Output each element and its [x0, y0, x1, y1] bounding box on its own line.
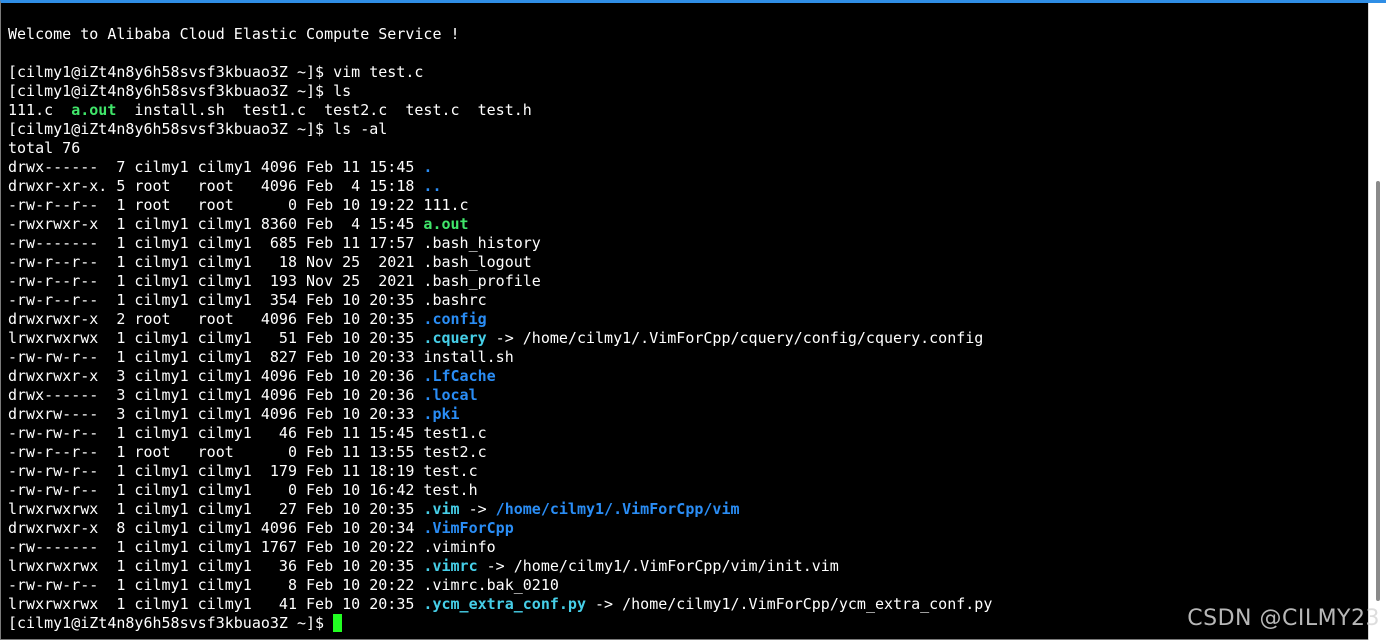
terminal-line: -rw-r--r-- 1 root root 0 Feb 11 13:55 te… [8, 443, 1368, 462]
terminal-text: -rw-rw-r-- 1 cilmy1 cilmy1 827 Feb 10 20… [8, 348, 514, 366]
terminal-text: -> /home/cilmy1/.VimForCpp/ycm_extra_con… [585, 595, 993, 613]
terminal-text: -rw-r--r-- 1 root root 0 Feb 11 13:55 te… [8, 443, 487, 461]
terminal-text: Welcome to Alibaba Cloud Elastic Compute… [8, 25, 460, 43]
file-name-cyan: .ycm_extra_conf.py [423, 595, 586, 613]
terminal-line: drwxrwxr-x 3 cilmy1 cilmy1 4096 Feb 10 2… [8, 367, 1368, 386]
terminal-line: lrwxrwxrwx 1 cilmy1 cilmy1 36 Feb 10 20:… [8, 557, 1368, 576]
terminal-text: -rw-rw-r-- 1 cilmy1 cilmy1 179 Feb 11 18… [8, 462, 478, 480]
file-name-blue: .. [423, 177, 442, 195]
terminal-text: -rw------- 1 cilmy1 cilmy1 1767 Feb 10 2… [8, 538, 496, 556]
terminal-line: -rw-rw-r-- 1 cilmy1 cilmy1 8 Feb 10 20:2… [8, 576, 1368, 595]
terminal-text: drwxrw---- 3 cilmy1 cilmy1 4096 Feb 10 2… [8, 405, 424, 423]
terminal-line: [cilmy1@iZt4n8y6h58svsf3kbuao3Z ~]$ vim … [8, 63, 1368, 82]
terminal-line: drwxrw---- 3 cilmy1 cilmy1 4096 Feb 10 2… [8, 405, 1368, 424]
terminal-text: [cilmy1@iZt4n8y6h58svsf3kbuao3Z ~]$ ls [8, 82, 352, 100]
file-name-cyan: .cquery [423, 329, 487, 347]
file-name-green: a.out [423, 215, 469, 233]
terminal-text: -rwxrwxr-x 1 cilmy1 cilmy1 8360 Feb 4 15… [8, 215, 424, 233]
terminal-line: -rw-r--r-- 1 cilmy1 cilmy1 354 Feb 10 20… [8, 291, 1368, 310]
terminal-text: lrwxrwxrwx 1 cilmy1 cilmy1 27 Feb 10 20:… [8, 500, 424, 518]
file-name-green: a.out [71, 101, 117, 119]
terminal-line: drwxr-xr-x. 5 root root 4096 Feb 4 15:18… [8, 177, 1368, 196]
terminal-line: drwx------ 3 cilmy1 cilmy1 4096 Feb 10 2… [8, 386, 1368, 405]
terminal-line: -rw-rw-r-- 1 cilmy1 cilmy1 179 Feb 11 18… [8, 462, 1368, 481]
terminal-text: -rw-r--r-- 1 cilmy1 cilmy1 354 Feb 10 20… [8, 291, 487, 309]
terminal-line: [cilmy1@iZt4n8y6h58svsf3kbuao3Z ~]$ ls -… [8, 120, 1368, 139]
terminal-text: -rw-r--r-- 1 cilmy1 cilmy1 193 Nov 25 20… [8, 272, 541, 290]
terminal-line: -rw-r--r-- 1 cilmy1 cilmy1 18 Nov 25 202… [8, 253, 1368, 272]
terminal-line: [cilmy1@iZt4n8y6h58svsf3kbuao3Z ~]$ ls [8, 82, 1368, 101]
terminal-line: total 76 [8, 139, 1368, 158]
file-name-blue: . [423, 158, 433, 176]
terminal-text: total 76 [8, 139, 81, 157]
terminal-line: drwxrwxr-x 8 cilmy1 cilmy1 4096 Feb 10 2… [8, 519, 1368, 538]
terminal-text: -rw------- 1 cilmy1 cilmy1 685 Feb 11 17… [8, 234, 541, 252]
file-name-blue: .LfCache [423, 367, 496, 385]
terminal-line: -rw-r--r-- 1 root root 0 Feb 10 19:22 11… [8, 196, 1368, 215]
terminal-line: drwx------ 7 cilmy1 cilmy1 4096 Feb 11 1… [8, 158, 1368, 177]
terminal-line: Welcome to Alibaba Cloud Elastic Compute… [8, 25, 1368, 44]
prompt-line[interactable]: [cilmy1@iZt4n8y6h58svsf3kbuao3Z ~]$ [8, 614, 1368, 633]
terminal-text: drwxrwxr-x 3 cilmy1 cilmy1 4096 Feb 10 2… [8, 367, 424, 385]
text-cursor [333, 614, 343, 632]
terminal-line: -rw-rw-r-- 1 cilmy1 cilmy1 46 Feb 11 15:… [8, 424, 1368, 443]
terminal-text: -rw-rw-r-- 1 cilmy1 cilmy1 8 Feb 10 20:2… [8, 576, 559, 594]
terminal-text: [cilmy1@iZt4n8y6h58svsf3kbuao3Z ~]$ vim … [8, 63, 424, 81]
terminal-line: -rwxrwxr-x 1 cilmy1 cilmy1 8360 Feb 4 15… [8, 215, 1368, 234]
terminal-text: [cilmy1@iZt4n8y6h58svsf3kbuao3Z ~]$ ls -… [8, 120, 388, 138]
file-name-blue: .pki [423, 405, 460, 423]
terminal-line: lrwxrwxrwx 1 cilmy1 cilmy1 51 Feb 10 20:… [8, 329, 1368, 348]
terminal-text: -rw-r--r-- 1 root root 0 Feb 10 19:22 11… [8, 196, 469, 214]
csdn-watermark: CSDN @CILMY23 [1187, 606, 1380, 631]
terminal-output[interactable]: Welcome to Alibaba Cloud Elastic Compute… [8, 25, 1368, 633]
file-name-cyan: .vim [423, 500, 460, 518]
terminal-line: drwxrwxr-x 2 root root 4096 Feb 10 20:35… [8, 310, 1368, 329]
terminal-line: lrwxrwxrwx 1 cilmy1 cilmy1 41 Feb 10 20:… [8, 595, 1368, 614]
terminal-window[interactable]: Welcome to Alibaba Cloud Elastic Compute… [0, 0, 1386, 640]
file-name-blue: .local [423, 386, 478, 404]
terminal-text: 111.c [8, 101, 72, 119]
terminal-line: -rw------- 1 cilmy1 cilmy1 1767 Feb 10 2… [8, 538, 1368, 557]
terminal-text: install.sh test1.c test2.c test.c test.h [116, 101, 532, 119]
terminal-line: -rw------- 1 cilmy1 cilmy1 685 Feb 11 17… [8, 234, 1368, 253]
terminal-text: -> [459, 500, 496, 518]
terminal-text: drwxr-xr-x. 5 root root 4096 Feb 4 15:18 [8, 177, 424, 195]
terminal-line: -rw-r--r-- 1 cilmy1 cilmy1 193 Nov 25 20… [8, 272, 1368, 291]
terminal-text: drwx------ 3 cilmy1 cilmy1 4096 Feb 10 2… [8, 386, 424, 404]
vertical-scrollbar[interactable] [1368, 3, 1386, 640]
shell-prompt: [cilmy1@iZt4n8y6h58svsf3kbuao3Z ~]$ [8, 614, 334, 632]
terminal-text: -rw-rw-r-- 1 cilmy1 cilmy1 0 Feb 10 16:4… [8, 481, 478, 499]
terminal-text: -> /home/cilmy1/.VimForCpp/vim/init.vim [477, 557, 839, 575]
file-name-cyan: .vimrc [423, 557, 478, 575]
terminal-text: lrwxrwxrwx 1 cilmy1 cilmy1 41 Feb 10 20:… [8, 595, 424, 613]
terminal-line: -rw-rw-r-- 1 cilmy1 cilmy1 827 Feb 10 20… [8, 348, 1368, 367]
file-name-blue: .VimForCpp [423, 519, 514, 537]
terminal-text: -> /home/cilmy1/.VimForCpp/cquery/config… [486, 329, 984, 347]
terminal-line: -rw-rw-r-- 1 cilmy1 cilmy1 0 Feb 10 16:4… [8, 481, 1368, 500]
terminal-text: lrwxrwxrwx 1 cilmy1 cilmy1 36 Feb 10 20:… [8, 557, 424, 575]
terminal-text: lrwxrwxrwx 1 cilmy1 cilmy1 51 Feb 10 20:… [8, 329, 424, 347]
terminal-text: -rw-r--r-- 1 cilmy1 cilmy1 18 Nov 25 202… [8, 253, 532, 271]
terminal-text: drwxrwxr-x 8 cilmy1 cilmy1 4096 Feb 10 2… [8, 519, 424, 537]
terminal-line: lrwxrwxrwx 1 cilmy1 cilmy1 27 Feb 10 20:… [8, 500, 1368, 519]
scrollbar-thumb[interactable] [1376, 181, 1380, 601]
terminal-line: 111.c a.out install.sh test1.c test2.c t… [8, 101, 1368, 120]
terminal-text: -rw-rw-r-- 1 cilmy1 cilmy1 46 Feb 11 15:… [8, 424, 487, 442]
terminal-text: drwxrwxr-x 2 root root 4096 Feb 10 20:35 [8, 310, 424, 328]
terminal-text: drwx------ 7 cilmy1 cilmy1 4096 Feb 11 1… [8, 158, 424, 176]
file-name-blue: .config [423, 310, 487, 328]
file-name-blue: /home/cilmy1/.VimForCpp/vim [495, 500, 740, 518]
